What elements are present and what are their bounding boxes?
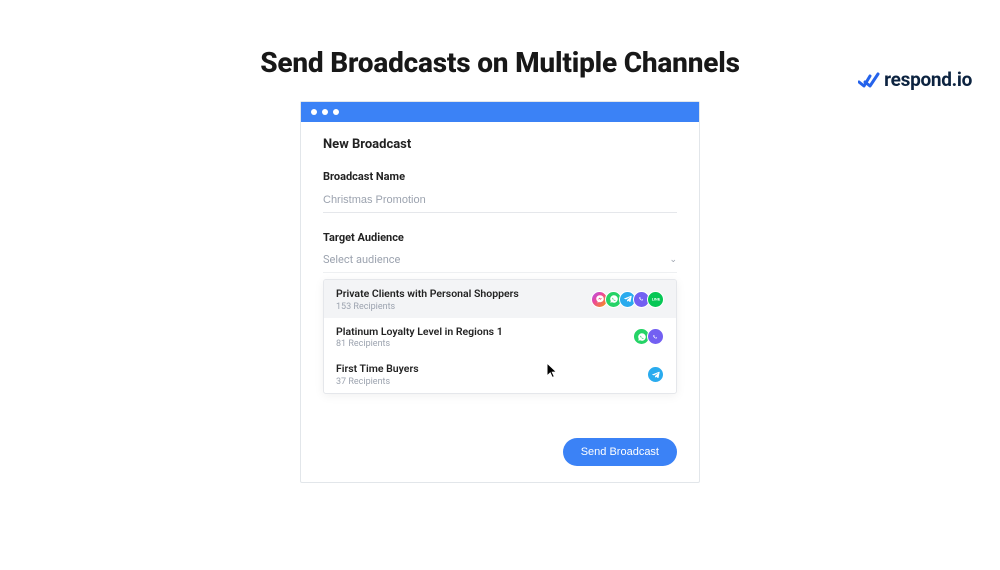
audience-option-subtitle: 37 Recipients xyxy=(336,377,419,387)
audience-option-title: Platinum Loyalty Level in Regions 1 xyxy=(336,325,503,339)
window-control-dot xyxy=(322,109,328,115)
channel-chip-group xyxy=(647,366,664,383)
brand-name: respond.io xyxy=(884,68,972,91)
channel-chip-group xyxy=(633,328,664,345)
send-broadcast-button[interactable]: Send Broadcast xyxy=(563,438,677,466)
line-icon: LINE xyxy=(647,291,664,308)
audience-option-subtitle: 81 Recipients xyxy=(336,339,503,349)
window-control-dot xyxy=(333,109,339,115)
audience-option-title: Private Clients with Personal Shoppers xyxy=(336,287,519,301)
svg-text:LINE: LINE xyxy=(651,298,660,302)
viber-icon xyxy=(647,328,664,345)
audience-dropdown: Private Clients with Personal Shoppers15… xyxy=(323,279,677,394)
telegram-icon xyxy=(647,366,664,383)
window-control-dot xyxy=(311,109,317,115)
broadcast-name-input[interactable] xyxy=(323,190,677,213)
audience-option[interactable]: Private Clients with Personal Shoppers15… xyxy=(324,280,676,318)
window-titlebar xyxy=(301,102,699,122)
target-audience-select[interactable]: Select audience ⌄ xyxy=(323,249,677,273)
page-title: Send Broadcasts on Multiple Channels xyxy=(0,46,1000,79)
brand-logo: respond.io xyxy=(858,68,972,91)
channel-chip-group: LINE xyxy=(591,291,664,308)
chevron-down-icon: ⌄ xyxy=(669,255,677,265)
target-audience-label: Target Audience xyxy=(323,231,677,244)
modal-title: New Broadcast xyxy=(323,137,677,152)
brand-mark-icon xyxy=(858,72,880,88)
audience-option-subtitle: 153 Recipients xyxy=(336,302,519,312)
target-audience-placeholder: Select audience xyxy=(323,253,400,266)
audience-option-title: First Time Buyers xyxy=(336,362,419,376)
broadcast-name-label: Broadcast Name xyxy=(323,170,677,183)
audience-option[interactable]: First Time Buyers37 Recipients xyxy=(324,355,676,393)
audience-option[interactable]: Platinum Loyalty Level in Regions 181 Re… xyxy=(324,318,676,356)
broadcast-window: New Broadcast Broadcast Name Target Audi… xyxy=(300,101,700,483)
